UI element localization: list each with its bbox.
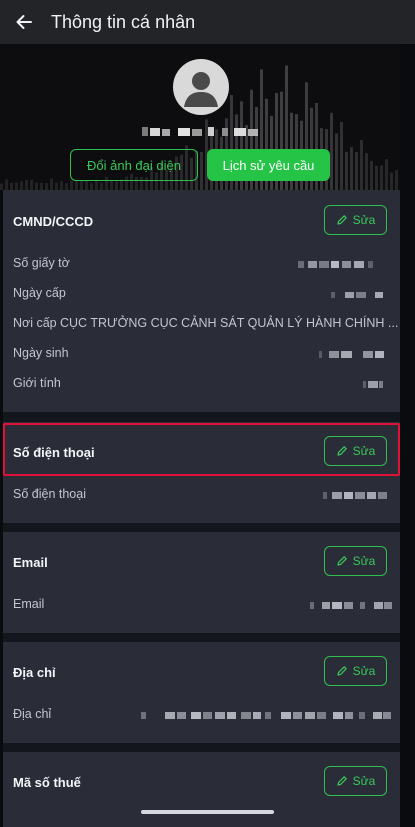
pencil-icon — [337, 776, 347, 786]
back-button[interactable] — [0, 0, 48, 44]
row-label: Số giấy tờ — [13, 256, 70, 270]
address-section: Địa chỉ Sửa Địa chỉ — [3, 642, 400, 743]
equalizer-bar — [355, 152, 358, 190]
edit-id-card-button[interactable]: Sửa — [324, 205, 387, 235]
pencil-icon — [337, 556, 347, 566]
equalizer-bar — [340, 121, 343, 190]
change-avatar-button[interactable]: Đổi ảnh đại diện — [70, 149, 198, 181]
equalizer-bar — [95, 179, 98, 190]
redacted-value — [298, 261, 373, 268]
equalizer-bar — [370, 160, 373, 190]
equalizer-bar — [40, 182, 43, 190]
arrow-left-icon — [16, 15, 32, 29]
equalizer-bar — [375, 165, 378, 190]
id-card-section: CMND/CCCD Sửa Số giấy tờ Ngày cấp Nơi cấ… — [3, 190, 400, 412]
section-title: Email — [13, 555, 48, 570]
side-strip-right — [400, 44, 415, 827]
redacted-value — [331, 292, 383, 298]
equalizer-bar — [10, 183, 13, 190]
edit-label: Sửa — [352, 664, 376, 678]
equalizer-bar — [360, 140, 363, 190]
equalizer-bar — [380, 165, 383, 190]
avatar[interactable] — [173, 59, 229, 115]
equalizer-bar — [25, 179, 28, 190]
equalizer-bar — [200, 151, 203, 190]
page-title: Thông tin cá nhân — [51, 11, 196, 32]
edit-label: Sửa — [352, 444, 376, 458]
home-indicator — [141, 810, 274, 814]
edit-phone-button[interactable]: Sửa — [324, 436, 387, 466]
person-icon — [184, 72, 218, 107]
tax-code-section: Mã số thuế Sửa — [3, 752, 400, 827]
equalizer-bar — [5, 179, 8, 190]
edit-email-button[interactable]: Sửa — [324, 546, 387, 576]
equalizer-bar — [100, 182, 103, 190]
section-title: CMND/CCCD — [13, 214, 94, 229]
equalizer-bar — [330, 112, 333, 190]
redacted-value — [310, 602, 392, 609]
equalizer-bar — [110, 180, 113, 190]
section-title: Số điện thoại — [13, 445, 95, 460]
section-title: Mã số thuế — [13, 775, 81, 790]
equalizer-bar — [35, 182, 38, 190]
section-title: Địa chỉ — [13, 665, 56, 680]
equalizer-bar — [335, 133, 338, 190]
equalizer-bar — [60, 180, 63, 190]
pencil-icon — [337, 446, 347, 456]
edit-tax-code-button[interactable]: Sửa — [324, 766, 387, 796]
equalizer-bar — [30, 179, 33, 190]
row-label: Ngày cấp — [13, 286, 66, 300]
equalizer-bar — [365, 153, 368, 190]
row-value: CỤC TRƯỞNG CỤC CẢNH SÁT QUẢN LÝ HÀNH CHÍ… — [60, 316, 399, 330]
equalizer-bar — [345, 151, 348, 190]
pencil-icon — [337, 215, 347, 225]
email-section: Email Sửa Email — [3, 532, 400, 633]
pencil-icon — [337, 666, 347, 676]
edit-label: Sửa — [352, 213, 376, 227]
equalizer-bar — [15, 182, 18, 190]
edit-label: Sửa — [352, 554, 376, 568]
profile-header: Đổi ảnh đại diện Lịch sử yêu cầu — [0, 44, 415, 190]
row-label: Giới tính — [13, 376, 61, 390]
edit-label: Sửa — [352, 774, 376, 788]
redacted-name — [142, 127, 258, 136]
equalizer-bar — [115, 181, 118, 190]
equalizer-bar — [50, 178, 53, 190]
equalizer-bar — [385, 159, 388, 190]
equalizer-bar — [70, 180, 73, 190]
redacted-value — [141, 712, 391, 719]
equalizer-bar — [350, 147, 353, 190]
equalizer-bar — [75, 179, 78, 190]
redacted-value — [319, 351, 384, 358]
row-label: Email — [13, 597, 45, 611]
row-label: Nơi cấp — [13, 316, 57, 330]
phone-section: Số điện thoại Sửa Số điện thoại — [3, 422, 400, 523]
equalizer-bar — [20, 181, 23, 190]
app-bar: Thông tin cá nhân — [0, 0, 415, 44]
equalizer-bar — [45, 183, 48, 190]
edit-address-button[interactable]: Sửa — [324, 656, 387, 686]
equalizer-bar — [395, 170, 398, 190]
equalizer-bar — [390, 172, 393, 190]
row-label: Ngày sinh — [13, 346, 69, 360]
row-label: Địa chỉ — [13, 707, 52, 721]
redacted-value — [323, 492, 387, 499]
equalizer-bar — [65, 183, 68, 190]
row-label: Số điện thoại — [13, 487, 86, 501]
equalizer-bar — [55, 182, 58, 190]
redacted-value — [363, 381, 383, 388]
equalizer-bar — [85, 180, 88, 190]
equalizer-bar — [90, 183, 93, 190]
equalizer-bar — [80, 180, 83, 190]
request-history-button[interactable]: Lịch sử yêu cầu — [207, 149, 330, 181]
